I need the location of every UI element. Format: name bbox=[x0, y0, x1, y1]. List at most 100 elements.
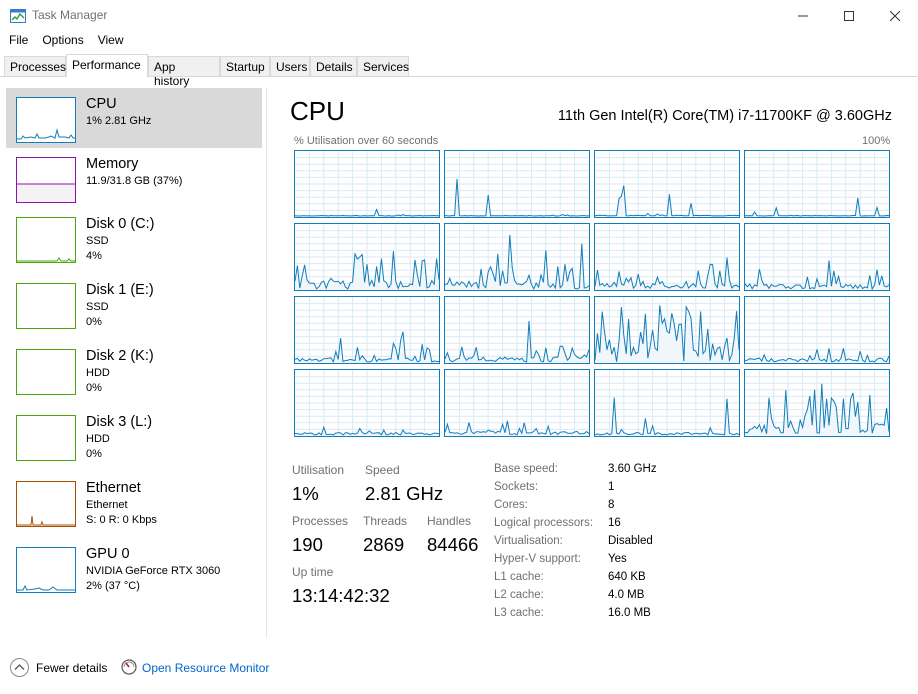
spec-label: L2 cache: bbox=[494, 589, 544, 601]
cpu-core-graph-plot bbox=[745, 370, 889, 436]
cpu-core-graph bbox=[744, 296, 890, 364]
cpu-core-graph bbox=[744, 369, 890, 437]
sidebar-item-value: 0% bbox=[86, 448, 102, 460]
threads-value: 2869 bbox=[363, 534, 405, 555]
cpu-core-graph-plot bbox=[595, 297, 739, 363]
spec-label: Base speed: bbox=[494, 463, 558, 475]
tab-bar: Processes Performance App history Startu… bbox=[0, 54, 918, 88]
spec-label: Cores: bbox=[494, 499, 528, 511]
close-button[interactable] bbox=[872, 0, 918, 31]
cpu-core-graph bbox=[594, 296, 740, 364]
speed-label: Speed bbox=[365, 463, 400, 477]
sidebar-item-disk-3[interactable]: Disk 3 (L:) HDD 0% bbox=[6, 406, 262, 466]
disk-2-thumbnail-graph bbox=[16, 349, 76, 395]
maximize-button[interactable] bbox=[826, 0, 872, 31]
sidebar-item-detail: 1% 2.81 GHz bbox=[86, 115, 152, 127]
sidebar-item-value: 0% bbox=[86, 382, 102, 394]
sidebar-item-cpu[interactable]: CPU 1% 2.81 GHz bbox=[6, 88, 262, 148]
handles-value: 84466 bbox=[427, 534, 479, 555]
cpu-core-graph-plot bbox=[295, 370, 439, 436]
sidebar-item-label: Memory bbox=[86, 156, 139, 172]
fewer-details-button[interactable]: Fewer details bbox=[36, 661, 107, 675]
tab-services[interactable]: Services bbox=[357, 56, 409, 77]
sidebar-item-detail: SSD bbox=[86, 235, 109, 247]
sidebar-item-gpu-0[interactable]: GPU 0 NVIDIA GeForce RTX 3060 2% (37 °C) bbox=[6, 538, 262, 598]
sidebar-item-label: Disk 1 (E:) bbox=[86, 282, 154, 298]
open-resource-monitor-link[interactable]: Open Resource Monitor bbox=[142, 661, 269, 675]
graph-max-label: 100% bbox=[862, 135, 891, 147]
cpu-core-graph-plot bbox=[595, 151, 739, 217]
tab-processes[interactable]: Processes bbox=[4, 56, 66, 77]
menu-file[interactable]: File bbox=[4, 31, 33, 51]
menu-bar: File Options View bbox=[0, 31, 918, 51]
tab-performance[interactable]: Performance bbox=[66, 54, 148, 77]
utilisation-label: Utilisation bbox=[292, 463, 345, 477]
sidebar-item-disk-2[interactable]: Disk 2 (K:) HDD 0% bbox=[6, 340, 262, 400]
cpu-core-graph bbox=[294, 369, 440, 437]
sidebar-item-detail: HDD bbox=[86, 433, 110, 445]
sidebar-item-detail: HDD bbox=[86, 367, 110, 379]
cpu-core-graph-plot bbox=[745, 151, 889, 217]
utilisation-value: 1% bbox=[292, 483, 319, 504]
fewer-details-icon[interactable] bbox=[10, 658, 29, 677]
cpu-core-graph-plot bbox=[595, 370, 739, 436]
gpu-thumbnail-line bbox=[17, 584, 75, 591]
spec-value: Yes bbox=[608, 553, 627, 565]
tab-details[interactable]: Details bbox=[310, 56, 357, 77]
spec-value: 16 bbox=[608, 517, 621, 529]
tab-app-history[interactable]: App history bbox=[148, 56, 220, 88]
spec-label: L1 cache: bbox=[494, 571, 544, 583]
sidebar-item-label: GPU 0 bbox=[86, 546, 130, 562]
gpu-thumbnail-graph bbox=[16, 547, 76, 593]
ethernet-thumbnail-line bbox=[17, 515, 75, 526]
sidebar-item-memory[interactable]: Memory 11.9/31.8 GB (37%) bbox=[6, 148, 262, 208]
cpu-core-graph bbox=[444, 150, 590, 218]
resource-monitor-icon bbox=[121, 659, 137, 675]
memory-thumbnail-line bbox=[17, 183, 75, 202]
processes-label: Processes bbox=[292, 514, 349, 528]
spec-value: 16.0 MB bbox=[608, 607, 651, 619]
graph-caption: % Utilisation over 60 seconds bbox=[294, 135, 439, 147]
tab-startup[interactable]: Startup bbox=[220, 56, 270, 77]
sidebar-item-value: 0% bbox=[86, 316, 102, 328]
cpu-thumbnail-graph bbox=[16, 97, 76, 143]
sidebar-item-ethernet[interactable]: Ethernet Ethernet S: 0 R: 0 Kbps bbox=[6, 472, 262, 532]
spec-label: L3 cache: bbox=[494, 607, 544, 619]
cpu-thumbnail-line bbox=[17, 128, 75, 140]
sidebar-item-detail: Ethernet bbox=[86, 499, 128, 511]
sidebar-divider bbox=[266, 88, 267, 638]
cpu-core-graph bbox=[444, 296, 590, 364]
spec-label: Sockets: bbox=[494, 481, 539, 493]
maximize-icon bbox=[844, 10, 854, 21]
spec-value: 1 bbox=[608, 481, 615, 493]
cpu-model-name: 11th Gen Intel(R) Core(TM) i7-11700KF @ … bbox=[557, 108, 892, 124]
cpu-core-graph-plot bbox=[445, 370, 589, 436]
cpu-core-graph bbox=[444, 223, 590, 291]
sidebar-item-disk-1[interactable]: Disk 1 (E:) SSD 0% bbox=[6, 274, 262, 334]
spec-label: Logical processors: bbox=[494, 517, 594, 529]
cpu-core-graph bbox=[594, 369, 740, 437]
sidebar-item-disk-0[interactable]: Disk 0 (C:) SSD 4% bbox=[6, 208, 262, 268]
ethernet-thumbnail-graph bbox=[16, 481, 76, 527]
menu-view[interactable]: View bbox=[93, 31, 129, 51]
cpu-core-graph bbox=[744, 223, 890, 291]
cpu-core-graph-plot bbox=[295, 151, 439, 217]
sidebar-item-detail: NVIDIA GeForce RTX 3060 bbox=[86, 565, 221, 577]
title-bar[interactable]: Task Manager bbox=[0, 0, 918, 31]
processes-value: 190 bbox=[292, 534, 323, 555]
sidebar-item-value: S: 0 R: 0 Kbps bbox=[86, 514, 157, 526]
cpu-core-graph bbox=[294, 223, 440, 291]
chevron-up-icon bbox=[14, 664, 25, 670]
page-title: CPU bbox=[290, 96, 345, 126]
logical-processor-graphs bbox=[294, 150, 890, 438]
tab-users[interactable]: Users bbox=[270, 56, 310, 77]
minimize-button[interactable] bbox=[780, 0, 826, 31]
menu-options[interactable]: Options bbox=[37, 31, 88, 51]
close-icon bbox=[890, 10, 900, 21]
sidebar-item-label: Disk 2 (K:) bbox=[86, 348, 154, 364]
cpu-core-graph bbox=[294, 150, 440, 218]
cpu-core-graph-plot bbox=[445, 297, 589, 363]
minimize-icon bbox=[798, 15, 808, 16]
sidebar-item-label: CPU bbox=[86, 96, 117, 112]
uptime-label: Up time bbox=[292, 565, 334, 579]
